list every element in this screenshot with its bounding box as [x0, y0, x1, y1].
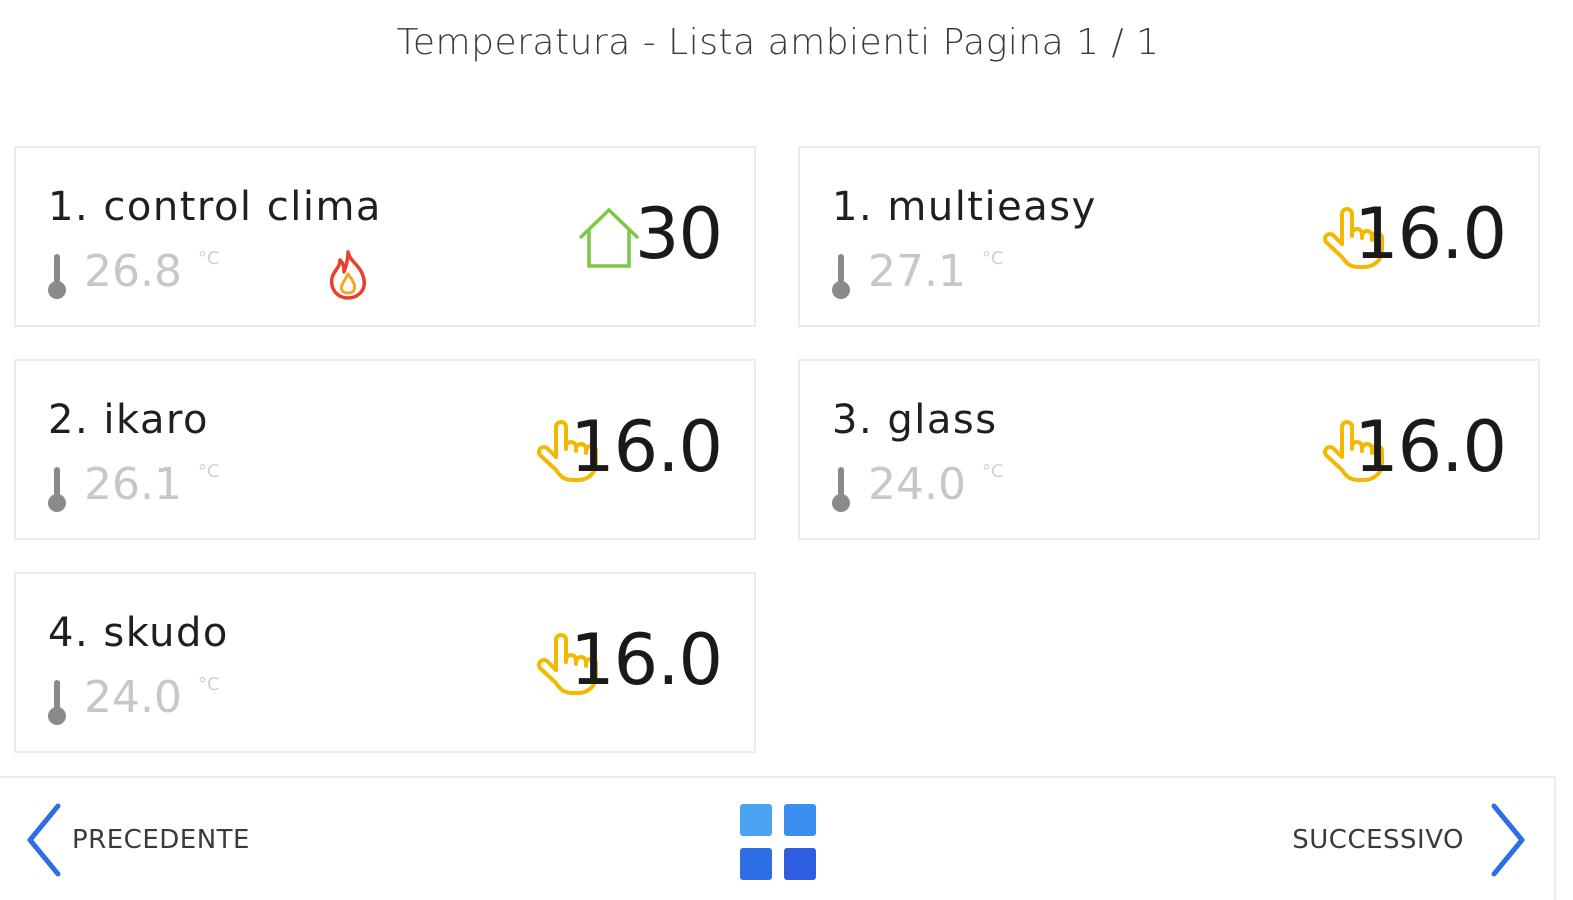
- temperature-unit: °C: [981, 248, 1004, 269]
- chevron-right-icon: [1491, 803, 1525, 877]
- temperature-unit: °C: [197, 461, 220, 482]
- temperature-unit: °C: [197, 248, 220, 269]
- setpoint-value: 16.0: [570, 619, 723, 701]
- current-temperature: 27.1 °C: [828, 244, 1004, 304]
- bottom-nav-bar: PRECEDENTE SUCCESSIVO: [0, 776, 1556, 900]
- home-icon: [576, 204, 642, 270]
- current-temperature: 26.8 °C: [44, 244, 220, 304]
- next-button[interactable]: SUCCESSIVO: [1292, 798, 1530, 882]
- page-title: Temperatura - Lista ambienti Pagina 1 / …: [396, 22, 1160, 63]
- room-card-control-clima[interactable]: 1. control clima 26.8 °C 30: [14, 146, 756, 327]
- room-card-multieasy[interactable]: 1. multieasy 27.1 °C 16.0: [798, 146, 1540, 327]
- temperature-value: 26.1: [84, 459, 182, 510]
- thermometer-icon: [44, 465, 70, 513]
- thermometer-icon: [44, 252, 70, 300]
- thermometer-icon: [44, 678, 70, 726]
- current-temperature: 24.0 °C: [44, 670, 220, 730]
- thermometer-icon: [828, 465, 854, 513]
- current-temperature: 26.1 °C: [44, 457, 220, 517]
- setpoint-value: 16.0: [570, 406, 723, 488]
- setpoint-value: 16.0: [1354, 406, 1507, 488]
- room-card-glass[interactable]: 3. glass 24.0 °C 16.0: [798, 359, 1540, 540]
- room-card-ikaro[interactable]: 2. ikaro 26.1 °C 16.0: [14, 359, 756, 540]
- temperature-unit: °C: [981, 461, 1004, 482]
- previous-label: PRECEDENTE: [72, 825, 250, 855]
- temperature-value: 24.0: [868, 459, 966, 510]
- temperature-value: 26.8: [84, 246, 182, 297]
- flame-icon: [322, 248, 374, 300]
- room-card-skudo[interactable]: 4. skudo 24.0 °C 16.0: [14, 572, 756, 753]
- room-name: 3. glass: [832, 397, 998, 443]
- thermometer-icon: [828, 252, 854, 300]
- next-label: SUCCESSIVO: [1292, 825, 1464, 855]
- room-name: 2. ikaro: [48, 397, 210, 443]
- temperature-value: 24.0: [84, 672, 182, 723]
- temperature-unit: °C: [197, 674, 220, 695]
- room-name: 4. skudo: [48, 610, 229, 656]
- current-temperature: 24.0 °C: [828, 457, 1004, 517]
- room-name: 1. multieasy: [832, 184, 1097, 230]
- setpoint-value: 16.0: [1354, 193, 1507, 275]
- setpoint-value: 30: [634, 193, 723, 275]
- chevron-left-icon: [27, 803, 61, 877]
- temperature-value: 27.1: [868, 246, 966, 297]
- room-name: 1. control clima: [48, 184, 382, 230]
- previous-button[interactable]: PRECEDENTE: [22, 798, 250, 882]
- grid-menu-icon[interactable]: [738, 802, 818, 882]
